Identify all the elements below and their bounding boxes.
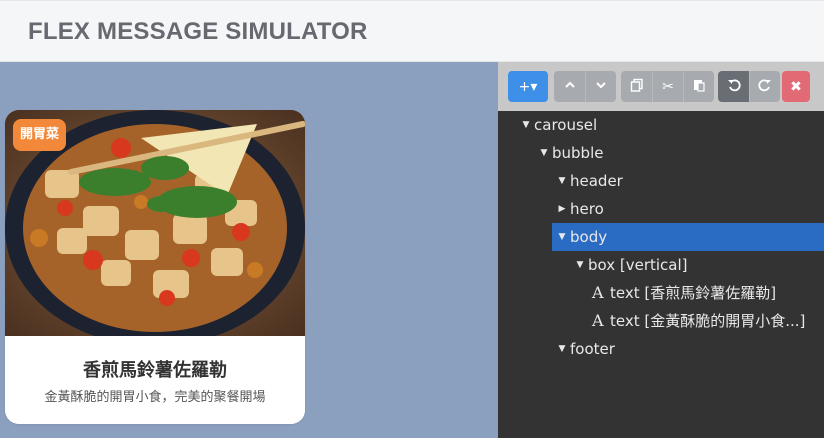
caret-down-icon: ▼: [558, 176, 566, 186]
editor-pane: +▾ ✂ ✖ ▼ carousel ▼ bubble ▼ header ▶ he…: [498, 62, 824, 438]
bubble-card[interactable]: 開胃菜 香煎馬鈴薯佐羅勒 金黃酥脆的開胃小食，完美的聚餐開場: [5, 110, 305, 424]
app-header: FLEX MESSAGE SIMULATOR: [0, 0, 824, 62]
paste-button[interactable]: [683, 71, 714, 102]
tree-node-carousel[interactable]: ▼ carousel: [498, 111, 824, 139]
tree-node-body[interactable]: ▼ body: [552, 223, 824, 251]
badge-label: 開胃菜: [13, 119, 67, 151]
caret-down-icon: ▼: [576, 260, 584, 270]
caret-down-icon: ▼: [558, 232, 566, 242]
copy-icon: [630, 78, 644, 96]
tree-node-text-title[interactable]: Atext [香煎馬鈴薯佐羅勒]: [498, 279, 824, 307]
delete-button[interactable]: ✖: [782, 71, 810, 102]
card-title: 香煎馬鈴薯佐羅勒: [83, 360, 227, 381]
paste-icon: [692, 78, 706, 96]
card-body: 香煎馬鈴薯佐羅勒 金黃酥脆的開胃小食，完美的聚餐開場: [5, 336, 305, 424]
scissors-icon: ✂: [662, 78, 674, 95]
close-icon: ✖: [790, 78, 802, 95]
redo-icon: [758, 78, 772, 96]
move-down-button[interactable]: [585, 71, 616, 102]
hero-image: 開胃菜: [5, 110, 305, 336]
redo-button[interactable]: [749, 71, 780, 102]
chevron-up-icon: [564, 79, 576, 95]
cut-button[interactable]: ✂: [652, 71, 683, 102]
tree-node-text-subtitle[interactable]: Atext [金黃酥脆的開胃小食...]: [498, 307, 824, 335]
preview-pane: 開胃菜 香煎馬鈴薯佐羅勒 金黃酥脆的開胃小食，完美的聚餐開場: [0, 62, 498, 438]
undo-button[interactable]: [718, 71, 749, 102]
card-subtitle: 金黃酥脆的開胃小食，完美的聚餐開場: [44, 390, 266, 405]
tree-node-box[interactable]: ▼ box [vertical]: [498, 251, 824, 279]
caret-down-icon: ▼: [522, 120, 530, 130]
text-type-icon: A: [592, 283, 604, 302]
text-type-icon: A: [592, 311, 604, 330]
caret-right-icon: ▶: [558, 204, 566, 214]
add-button[interactable]: +▾: [508, 71, 548, 102]
undo-icon: [727, 78, 741, 96]
tree-node-header[interactable]: ▼ header: [498, 167, 824, 195]
tree-node-footer[interactable]: ▼ footer: [498, 335, 824, 363]
plus-icon: +▾: [518, 78, 538, 95]
caret-down-icon: ▼: [540, 148, 548, 158]
chevron-down-icon: [595, 79, 607, 95]
tree-node-bubble[interactable]: ▼ bubble: [498, 139, 824, 167]
caret-down-icon: ▼: [558, 344, 566, 354]
copy-button[interactable]: [621, 71, 652, 102]
tree-node-hero[interactable]: ▶ hero: [498, 195, 824, 223]
toolbar: +▾ ✂ ✖: [498, 62, 824, 111]
move-up-button[interactable]: [554, 71, 585, 102]
app-title: FLEX MESSAGE SIMULATOR: [28, 18, 368, 45]
